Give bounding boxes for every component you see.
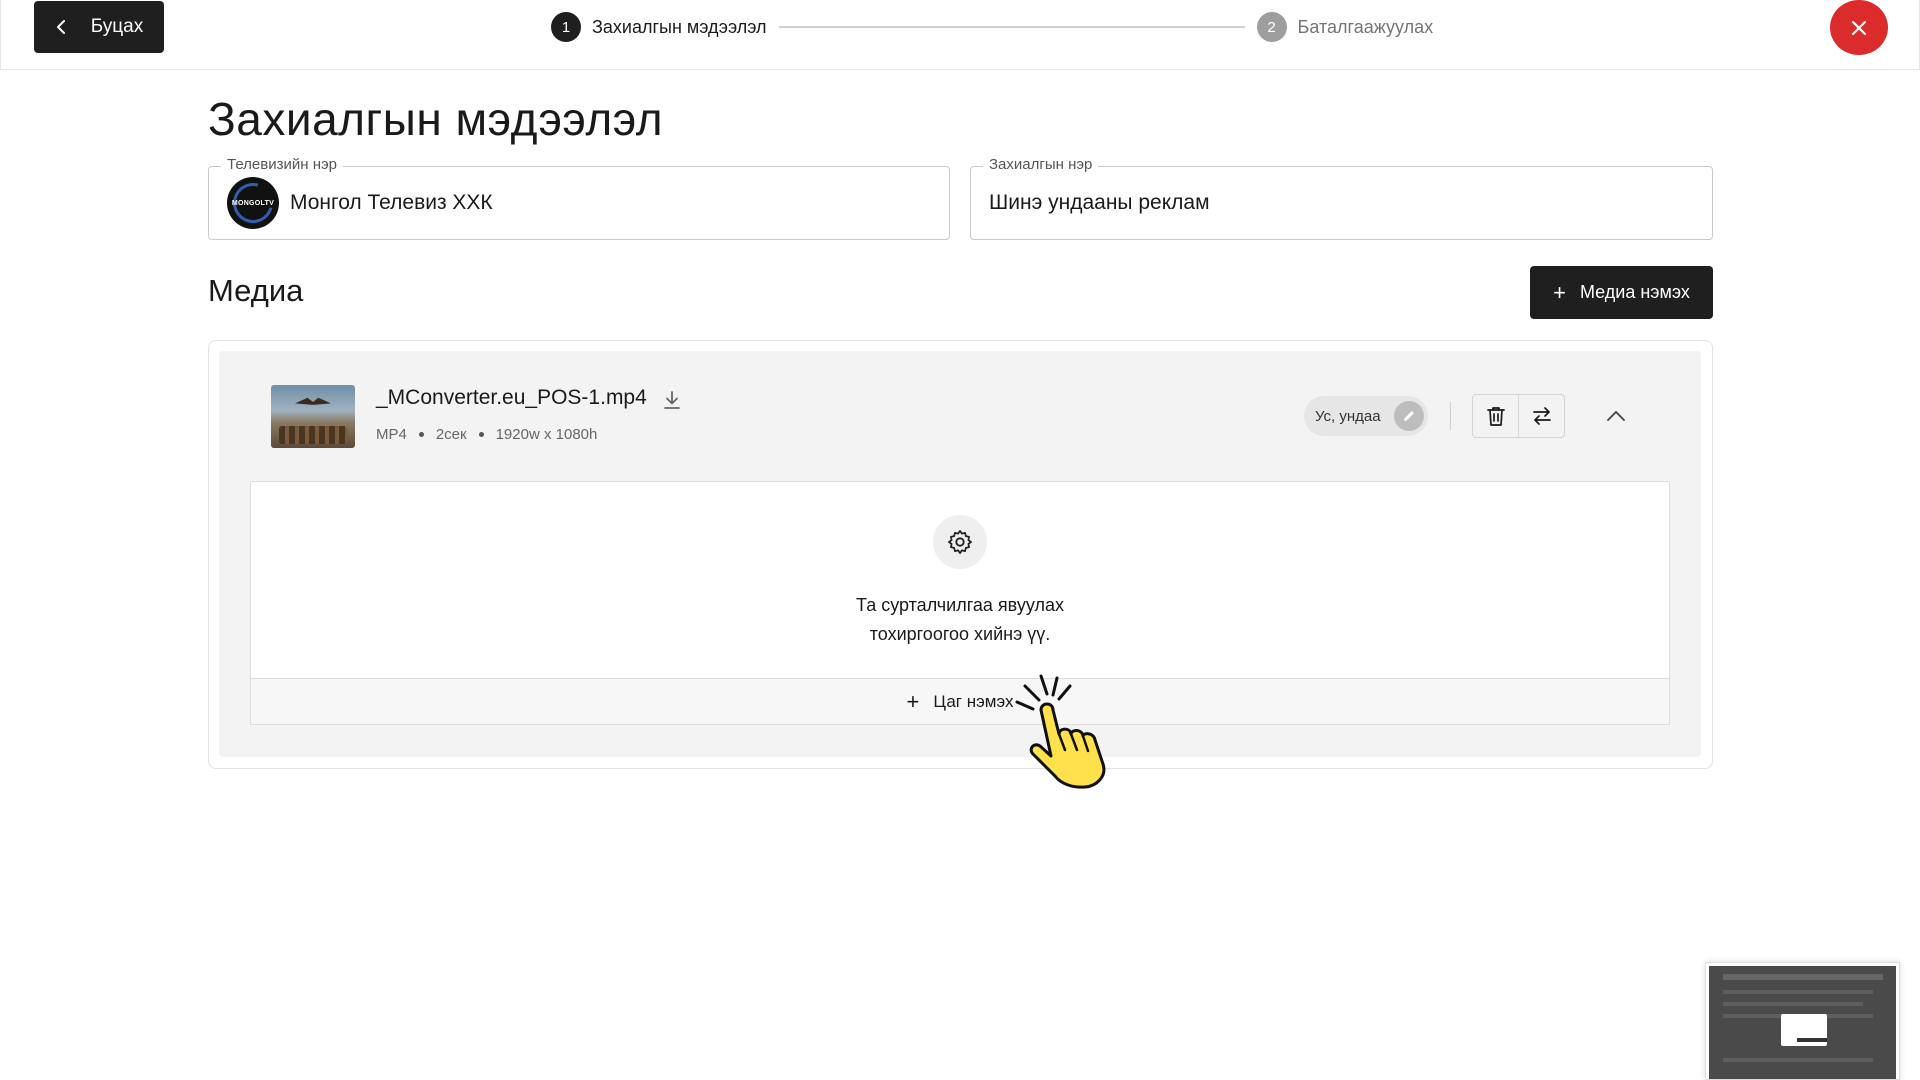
tv-name-value: Монгол Телевиз ХХК xyxy=(290,191,493,214)
separator-dot xyxy=(478,432,484,437)
order-name-field[interactable]: Захиалгын нэр Шинэ ундааны реклам xyxy=(970,156,1713,240)
back-button[interactable]: Буцах xyxy=(34,1,164,53)
step-order-info[interactable]: 1 Захиалгын мэдээлэл xyxy=(551,12,767,42)
tv-name-field[interactable]: Телевизийн нэр MONGOLTV Монгол Телевиз Х… xyxy=(208,156,950,240)
media-section-title: Медиа xyxy=(208,273,304,308)
stepper: 1 Захиалгын мэдээлэл 2 Баталгаажуулах xyxy=(551,12,1433,42)
close-icon xyxy=(1851,20,1867,35)
replace-media-button[interactable] xyxy=(1518,395,1564,437)
trash-icon xyxy=(1486,407,1505,426)
pencil-icon xyxy=(1404,411,1414,421)
chevron-left-icon xyxy=(56,20,65,34)
step-number: 1 xyxy=(551,12,581,42)
top-bar: Буцах 1 Захиалгын мэдээлэл 2 Баталгаажуу… xyxy=(0,0,1920,70)
plus-icon: + xyxy=(906,688,920,714)
add-media-label: Медиа нэмэх xyxy=(1579,282,1690,302)
step-confirm[interactable]: 2 Баталгаажуулах xyxy=(1256,12,1434,42)
empty-state-line: Та сурталчилгаа явуулах xyxy=(856,595,1064,615)
hand-pointer-icon xyxy=(1015,674,1106,789)
add-media-button[interactable]: + Медиа нэмэх xyxy=(1530,266,1713,319)
file-duration: 2сек xyxy=(435,426,467,443)
download-icon[interactable] xyxy=(662,390,682,412)
divider xyxy=(1450,402,1451,430)
separator-dot xyxy=(418,432,424,437)
file-name: _MConverter.eu_POS-1.mp4 xyxy=(376,386,647,409)
add-time-label: Цаг нэмэх xyxy=(933,691,1014,711)
edit-category-button[interactable] xyxy=(1394,401,1424,431)
file-resolution: 1920w x 1080h xyxy=(495,426,598,443)
delete-media-button[interactable] xyxy=(1473,395,1518,437)
step-label: Баталгаажуулах xyxy=(1297,16,1434,37)
category-chip-label: Ус, ундаа xyxy=(1315,407,1381,425)
order-name-value: Шинэ ундааны реклам xyxy=(989,191,1210,214)
field-legend: Захиалгын нэр xyxy=(983,156,1099,173)
field-legend: Телевизийн нэр xyxy=(221,156,343,173)
screen-preview-thumbnail[interactable] xyxy=(1705,962,1900,1080)
step-connector xyxy=(778,26,1245,28)
chevron-up-icon[interactable] xyxy=(1604,404,1628,428)
back-button-label: Буцах xyxy=(90,16,144,37)
swap-icon xyxy=(1532,407,1551,425)
plus-icon: + xyxy=(1553,279,1566,305)
add-time-button[interactable]: + Цаг нэмэх xyxy=(251,678,1669,724)
empty-state-line: тохиргоогоо хийнэ үү. xyxy=(869,624,1051,644)
page-title: Захиалгын мэдээлэл xyxy=(208,93,664,145)
file-format: MP4 xyxy=(376,426,407,443)
close-button[interactable] xyxy=(1830,0,1888,55)
step-label: Захиалгын мэдээлэл xyxy=(592,16,767,37)
category-chip[interactable]: Ус, ундаа xyxy=(1304,396,1428,436)
tv-logo: MONGOLTV xyxy=(227,177,279,229)
gear-icon xyxy=(948,530,972,554)
step-number: 2 xyxy=(1256,12,1287,42)
empty-state-text: Та сурталчилгаа явуулах тохиргоогоо хийн… xyxy=(760,591,1160,649)
settings-badge xyxy=(933,515,987,569)
file-meta: MP4 2сек 1920w x 1080h xyxy=(376,426,597,443)
video-thumbnail[interactable] xyxy=(271,385,355,448)
tv-logo-text: MONGOLTV xyxy=(231,199,275,207)
media-actions xyxy=(1472,394,1565,438)
